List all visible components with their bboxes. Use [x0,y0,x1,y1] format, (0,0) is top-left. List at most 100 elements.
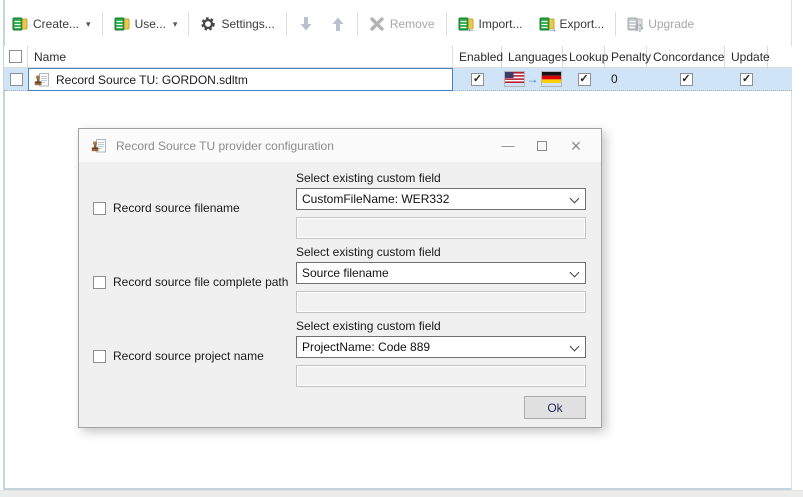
custom-field-label-2: Select existing custom field [296,245,441,259]
record-source-filename-label: Record source filename [113,201,240,215]
upgrade-button[interactable]: Upgrade [619,11,702,37]
import-arrow-icon: ← [466,24,477,35]
lookup-checkbox[interactable]: ✓ [577,72,591,86]
row-enabled-cell: ✓ [453,68,502,90]
arrow-up-icon [330,16,346,32]
export-arrow-icon: → [547,24,558,35]
toolbar-separator [188,12,190,36]
custom-field-value-3: ProjectName: Code 889 [302,340,431,354]
record-source-project-label: Record source project name [113,349,264,363]
toolbar-separator [101,12,103,36]
language-direction-arrow-icon: → [526,72,539,86]
provider-configuration-dialog: Record Source TU provider configuration … [78,128,602,428]
column-header-enabled[interactable]: Enabled [453,46,503,67]
toolbar-separator [356,12,358,36]
maximize-icon [537,140,547,151]
row-name-text: Record Source TU: GORDON.sdltm [56,72,248,87]
column-header-languages[interactable]: Languages [502,46,567,67]
custom-name-input-2 [296,291,586,313]
column-header-name[interactable]: Name [28,46,453,67]
ok-button[interactable]: Ok [524,396,586,419]
custom-name-input-3 [296,365,586,387]
list-header: Name Enabled Languages Lookup Penalty Co… [4,46,792,68]
ok-label: Ok [547,400,563,415]
record-source-project-checkbox[interactable] [93,349,106,363]
penalty-value: 0 [611,72,618,86]
column-header-lookup[interactable]: Lookup [563,46,608,67]
remove-button[interactable]: Remove [361,11,443,37]
gear-icon [200,16,216,32]
use-label: Use... [134,17,166,31]
column-header-penalty[interactable]: Penalty [605,46,651,67]
import-icon: ← [458,16,477,35]
tm-table-icon [114,16,130,32]
minimize-button[interactable]: — [491,133,525,159]
app-window: Create... ▾ Use... ▾ Settings... Remove … [0,0,803,497]
custom-field-select-1[interactable]: CustomFileName: WER332 [296,188,586,210]
stamp-provider-icon [34,72,50,88]
header-select-all[interactable] [4,46,28,67]
custom-name-input-1 [296,217,586,239]
table-row[interactable]: Record Source TU: GORDON.sdltm ✓ → ✓ 0 ✓… [4,68,792,91]
upgrade-label: Upgrade [648,17,695,31]
custom-field-value-2: Source filename [302,266,389,280]
enabled-checkbox[interactable]: ✓ [471,72,484,86]
export-button[interactable]: → Export... [531,11,613,37]
row-filler-cell [768,68,792,90]
create-button[interactable]: Create... ▾ [4,11,99,37]
chevron-down-icon[interactable]: ▾ [173,19,178,30]
upgrade-icon [627,16,644,32]
custom-field-select-3[interactable]: ProjectName: Code 889 [296,336,586,358]
row-lookup-cell: ✓ [563,68,605,90]
germany-flag-icon [540,71,562,87]
record-source-filename-checkbox[interactable] [93,201,106,215]
column-header-filler [768,46,792,67]
tm-table-icon [12,16,28,32]
chevron-down-icon [569,341,580,352]
update-checkbox[interactable]: ✓ [740,72,753,86]
toolbar-separator [445,12,447,36]
chevron-down-icon [569,267,580,278]
record-source-project-option[interactable]: Record source project name [93,349,264,363]
row-select-checkbox[interactable] [9,72,23,86]
custom-field-value-1: CustomFileName: WER332 [302,192,450,206]
maximize-button[interactable] [525,133,559,159]
close-icon: × [570,135,582,156]
record-source-path-checkbox[interactable] [93,275,106,289]
row-concordance-cell: ✓ [647,68,725,90]
row-update-cell: ✓ [725,68,768,90]
use-button[interactable]: Use... ▾ [106,11,186,37]
stamp-provider-icon [91,138,107,154]
custom-field-select-2[interactable]: Source filename [296,262,586,284]
toolbar-separator [615,12,617,36]
custom-field-label-3: Select existing custom field [296,319,441,333]
chevron-down-icon [569,193,580,204]
toolbar-separator [285,12,287,36]
row-select-cell [4,68,28,90]
move-up-button[interactable] [322,11,354,37]
column-header-update[interactable]: Update [725,46,770,67]
arrow-down-icon [298,16,314,32]
chevron-down-icon[interactable]: ▾ [86,19,91,30]
concordance-checkbox[interactable]: ✓ [679,72,693,86]
remove-x-icon [369,16,385,32]
dialog-titlebar[interactable]: Record Source TU provider configuration … [79,129,601,162]
select-all-checkbox[interactable] [9,50,22,63]
row-languages-cell: → [502,68,563,90]
row-name-cell[interactable]: Record Source TU: GORDON.sdltm [28,68,453,91]
move-down-button[interactable] [290,11,322,37]
record-source-filename-option[interactable]: Record source filename [93,201,240,215]
custom-field-label-1: Select existing custom field [296,171,441,185]
import-button[interactable]: ← Import... [450,11,531,37]
column-header-concordance[interactable]: Concordance [647,46,725,67]
row-penalty-cell[interactable]: 0 [605,68,647,90]
record-source-path-option[interactable]: Record source file complete path [93,275,288,289]
window-controls: — × [491,133,593,159]
dialog-title: Record Source TU provider configuration [116,138,334,153]
settings-label: Settings... [221,17,275,31]
window-bottom-strip [0,490,803,497]
settings-button[interactable]: Settings... [192,11,282,37]
close-button[interactable]: × [559,133,593,159]
minimize-icon: — [501,138,515,153]
toolbar: Create... ▾ Use... ▾ Settings... Remove … [4,5,702,43]
